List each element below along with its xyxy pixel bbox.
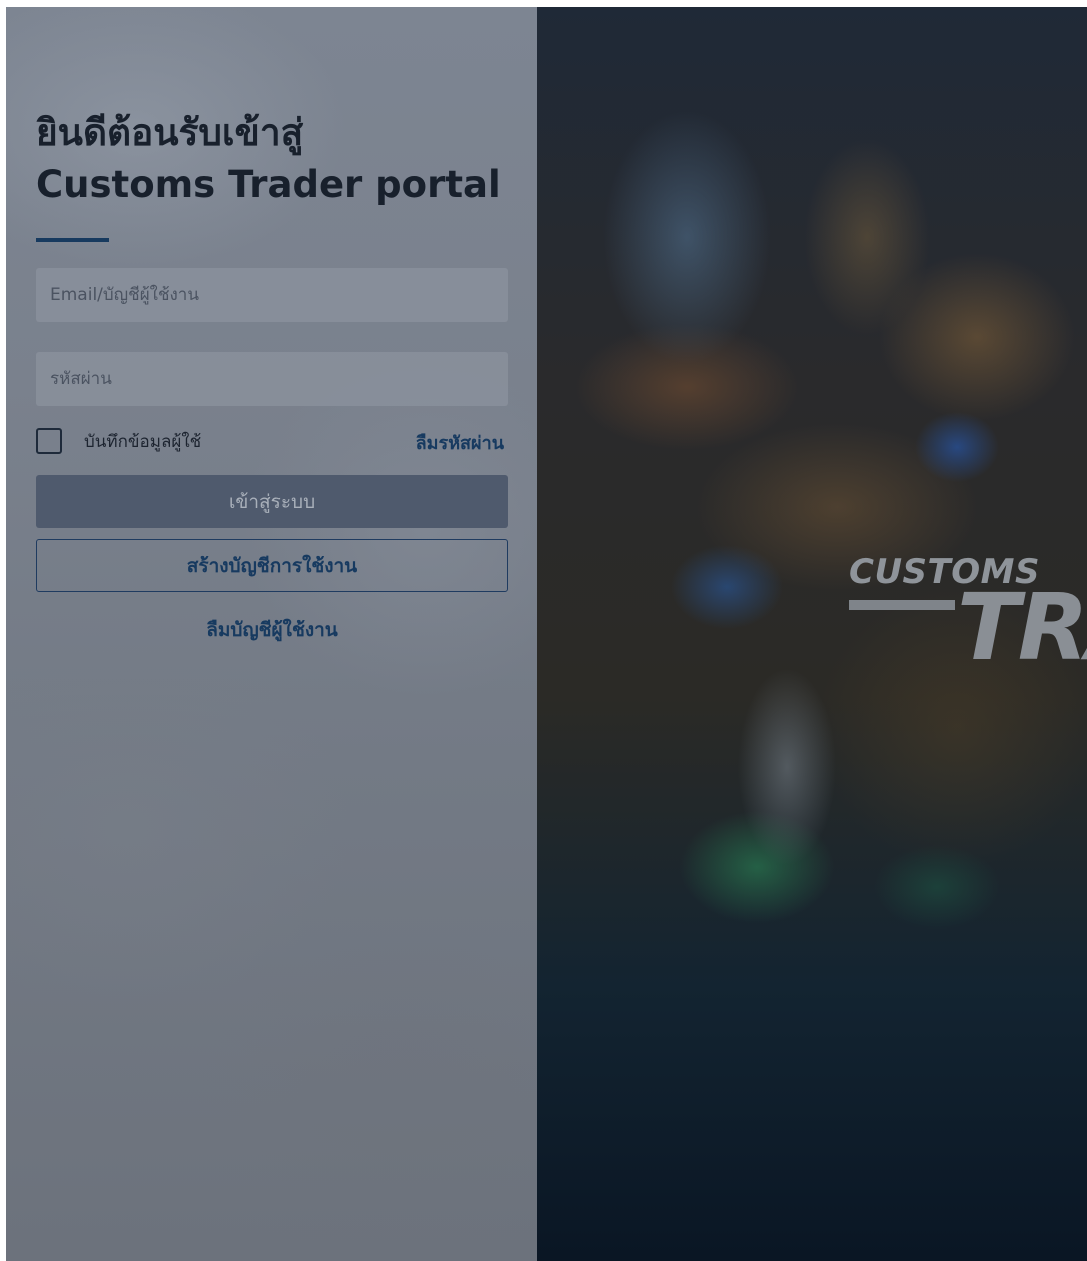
create-account-button[interactable]: สร้างบัญชีการใช้งาน (36, 539, 508, 592)
email-input[interactable] (36, 268, 508, 322)
forgot-account-link[interactable]: ลืมบัญชีผู้ใช้งาน (36, 615, 508, 645)
page-frame: ยินดีต้อนรับเข้าสู่ Customs Trader porta… (6, 7, 1087, 1261)
brand-logo: CUSTOMS TRA (849, 552, 1087, 692)
brand-logo-bar (849, 600, 955, 610)
remember-me-label: บันทึกข้อมูลผู้ใช้ (84, 431, 202, 452)
title-line-welcome: ยินดีต้อนรับเข้าสู่ (36, 111, 304, 154)
login-button[interactable]: เข้าสู่ระบบ (36, 475, 508, 528)
password-input[interactable] (36, 352, 508, 406)
brand-logo-trader: TRA (957, 574, 1087, 681)
remember-me[interactable]: บันทึกข้อมูลผู้ใช้ (36, 426, 201, 456)
page-title: ยินดีต้อนรับเข้าสู่ Customs Trader porta… (36, 107, 516, 211)
forgot-password-link[interactable]: ลืมรหัสผ่าน (416, 428, 504, 457)
title-line-portal: Customs Trader portal (36, 163, 501, 206)
hero-image: CUSTOMS TRA (537, 7, 1087, 1261)
title-underline (36, 238, 109, 242)
login-panel: ยินดีต้อนรับเข้าสู่ Customs Trader porta… (6, 7, 537, 1261)
remember-me-checkbox[interactable] (36, 428, 62, 454)
